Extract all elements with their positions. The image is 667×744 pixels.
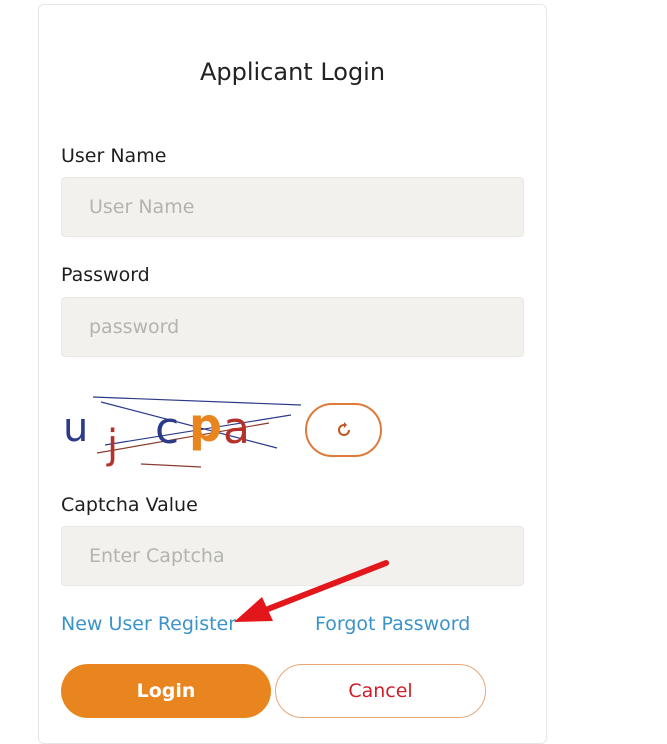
forgot-password-link[interactable]: Forgot Password [315, 613, 470, 635]
captcha-label: Captcha Value [61, 494, 198, 516]
captcha-image: u j c p a [63, 396, 302, 468]
new-user-register-link[interactable]: New User Register [61, 613, 236, 635]
refresh-icon [337, 422, 350, 436]
password-input[interactable] [61, 297, 524, 357]
svg-text:p: p [189, 398, 222, 452]
svg-text:j: j [106, 422, 118, 468]
svg-text:c: c [155, 403, 179, 454]
login-button[interactable]: Login [61, 664, 271, 718]
svg-text:a: a [223, 403, 250, 454]
refresh-captcha-button[interactable] [305, 403, 382, 457]
password-label: Password [61, 264, 150, 286]
username-label: User Name [61, 145, 167, 167]
svg-text:u: u [63, 405, 88, 451]
captcha-input[interactable] [61, 526, 524, 586]
username-input[interactable] [61, 177, 524, 237]
page-title: Applicant Login [199, 58, 386, 86]
login-card: Applicant Login User Name Password u j c… [38, 4, 547, 744]
cancel-button[interactable]: Cancel [275, 664, 486, 718]
